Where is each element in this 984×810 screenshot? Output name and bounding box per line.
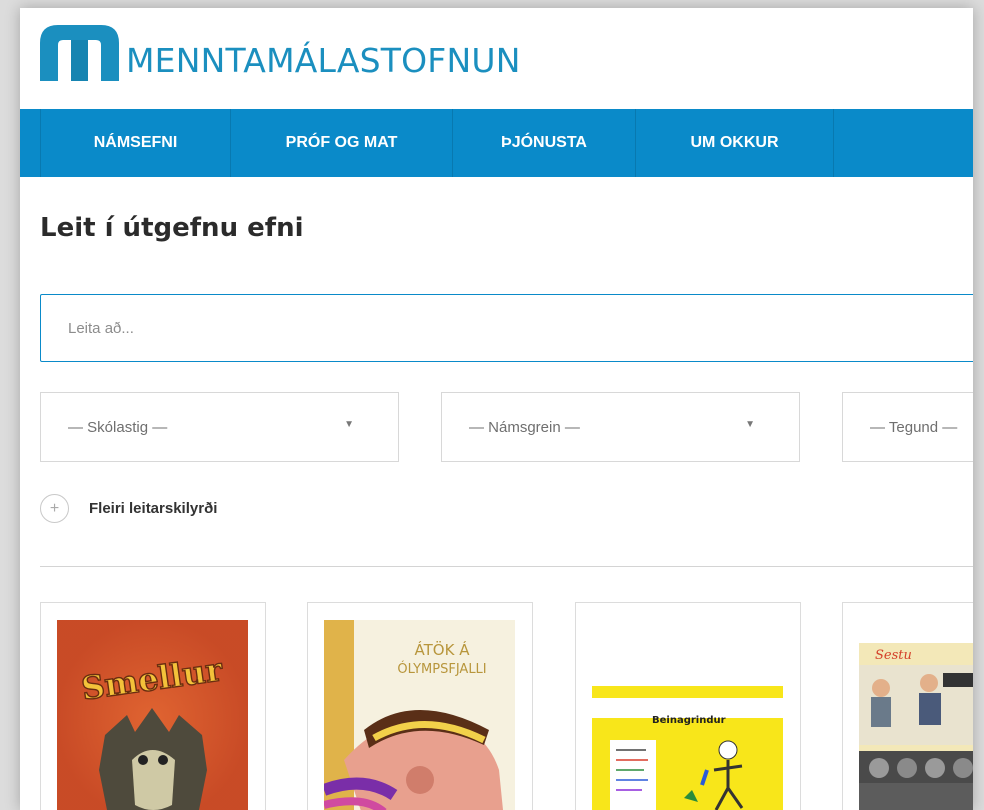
subject-select[interactable]: — Námsgrein — ▼ xyxy=(441,392,800,462)
svg-text:ÁTÖK Á: ÁTÖK Á xyxy=(415,640,471,659)
school-level-select[interactable]: — Skólastig — ▼ xyxy=(40,392,399,462)
search-field[interactable] xyxy=(40,294,973,362)
book-card[interactable]: Sestu xyxy=(842,602,973,810)
nav-item-prof-og-mat[interactable]: PRÓF OG MAT xyxy=(231,109,453,177)
book-cover-image[interactable]: Sestu xyxy=(859,643,973,810)
nav-item-um-okkur[interactable]: UM OKKUR xyxy=(636,109,834,177)
book-cover-image[interactable]: ÁTÖK Á ÓLYMPSFJALLI xyxy=(324,620,515,810)
cover-title: Sestu xyxy=(875,648,912,663)
nav-item-namsefni[interactable]: NÁMSEFNI xyxy=(41,109,231,177)
type-select[interactable]: — Tegund — xyxy=(842,392,973,462)
page-title: Leit í útgefnu efni xyxy=(40,213,304,243)
brand-name[interactable]: MENNTAMÁLASTOFNUN xyxy=(126,44,521,77)
divider xyxy=(40,566,973,567)
plus-circle-icon[interactable]: + xyxy=(40,494,69,523)
book-card[interactable]: Beinagrindur xyxy=(575,602,801,810)
page-frame: MENNTAMÁLASTOFNUN NÁMSEFNI PRÓF OG MAT Þ… xyxy=(20,8,973,810)
book-card[interactable]: Smellur xyxy=(40,602,266,810)
site-header: MENNTAMÁLASTOFNUN xyxy=(20,8,973,109)
more-criteria-toggle[interactable]: + Fleiri leitarskilyrði xyxy=(40,494,217,523)
type-value: — Tegund — xyxy=(870,418,958,436)
book-cover-image[interactable]: Smellur xyxy=(57,620,248,810)
school-level-value: — Skólastig — xyxy=(68,418,168,436)
logo-icon[interactable] xyxy=(40,25,119,81)
cover-title: Beinagrindur xyxy=(652,715,726,726)
book-cover-image[interactable]: Beinagrindur xyxy=(592,620,783,810)
more-criteria-label[interactable]: Fleiri leitarskilyrði xyxy=(89,500,217,517)
search-input[interactable] xyxy=(41,295,973,361)
svg-text:ÓLYMPSFJALLI: ÓLYMPSFJALLI xyxy=(397,661,486,677)
main-nav: NÁMSEFNI PRÓF OG MAT ÞJÓNUSTA UM OKKUR xyxy=(20,109,973,177)
subject-value: — Námsgrein — xyxy=(469,418,580,436)
dropdown-arrow-icon: ▼ xyxy=(745,419,755,430)
dropdown-arrow-icon: ▼ xyxy=(344,419,354,430)
book-card[interactable]: ÁTÖK Á ÓLYMPSFJALLI xyxy=(307,602,533,810)
nav-item-thjonusta[interactable]: ÞJÓNUSTA xyxy=(453,109,636,177)
